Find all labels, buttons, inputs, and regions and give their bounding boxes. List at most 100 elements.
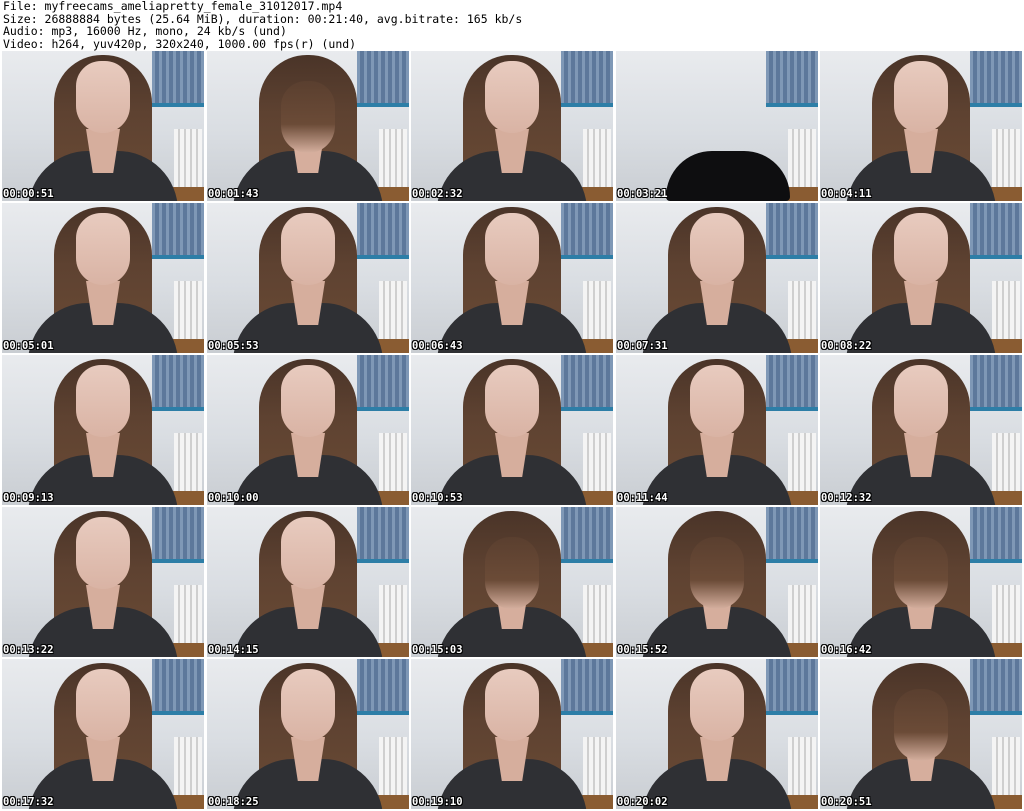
radiator xyxy=(583,281,611,341)
person-face xyxy=(281,365,335,437)
thumbnail-timestamp: 00:06:43 xyxy=(412,340,463,352)
person-face xyxy=(485,669,539,741)
video-thumbnail[interactable]: 00:15:03 xyxy=(411,507,613,657)
video-thumbnail[interactable]: 00:05:01 xyxy=(2,203,204,353)
video-thumbnail[interactable]: 00:20:02 xyxy=(616,659,818,809)
radiator xyxy=(583,585,611,645)
radiator xyxy=(583,737,611,797)
video-thumbnail[interactable]: 00:08:22 xyxy=(820,203,1022,353)
person-face xyxy=(76,365,130,437)
radiator xyxy=(788,737,816,797)
window-blinds xyxy=(766,355,818,411)
window-blinds xyxy=(357,659,409,715)
radiator xyxy=(788,129,816,189)
thumbnail-timestamp: 00:16:42 xyxy=(821,644,872,656)
thumbnail-grid: 00:00:51 00:01:43 00:02:32 00:03:21 00:04:11… xyxy=(0,51,1024,811)
video-thumbnail[interactable]: 00:12:32 xyxy=(820,355,1022,505)
window-blinds xyxy=(357,355,409,411)
radiator xyxy=(992,433,1020,493)
thumbnail-timestamp: 00:10:53 xyxy=(412,492,463,504)
person-face xyxy=(76,61,130,133)
person-face xyxy=(281,213,335,285)
thumbnail-timestamp: 00:15:03 xyxy=(412,644,463,656)
window-blinds xyxy=(970,355,1022,411)
window-blinds xyxy=(970,659,1022,715)
thumbnail-timestamp: 00:08:22 xyxy=(821,340,872,352)
window-blinds xyxy=(152,203,204,259)
window-blinds xyxy=(152,355,204,411)
video-thumbnail[interactable]: 00:17:32 xyxy=(2,659,204,809)
person-face xyxy=(894,61,948,133)
window-blinds xyxy=(561,507,613,563)
file-name-line: File: myfreecams_ameliapretty_female_310… xyxy=(3,0,343,13)
person-face xyxy=(76,517,130,589)
thumbnail-timestamp: 00:01:43 xyxy=(208,188,259,200)
thumbnail-timestamp: 00:03:21 xyxy=(617,188,668,200)
video-thumbnail[interactable]: 00:19:10 xyxy=(411,659,613,809)
chair xyxy=(666,151,790,201)
video-thumbnail[interactable]: 00:18:25 xyxy=(207,659,409,809)
video-thumbnail[interactable]: 00:10:53 xyxy=(411,355,613,505)
video-thumbnail[interactable]: 00:15:52 xyxy=(616,507,818,657)
thumbnail-timestamp: 00:20:02 xyxy=(617,796,668,808)
radiator xyxy=(992,737,1020,797)
window-blinds xyxy=(970,51,1022,107)
video-thumbnail[interactable]: 00:11:44 xyxy=(616,355,818,505)
person-face xyxy=(485,537,539,609)
window-blinds xyxy=(152,51,204,107)
radiator xyxy=(174,129,202,189)
radiator xyxy=(788,433,816,493)
audio-info-line: Audio: mp3, 16000 Hz, mono, 24 kb/s (und… xyxy=(3,24,287,38)
video-thumbnail[interactable]: 00:10:00 xyxy=(207,355,409,505)
window-blinds xyxy=(561,51,613,107)
window-blinds xyxy=(152,507,204,563)
radiator xyxy=(788,281,816,341)
radiator xyxy=(788,585,816,645)
person-face xyxy=(894,365,948,437)
window-blinds xyxy=(766,507,818,563)
thumbnail-timestamp: 00:20:51 xyxy=(821,796,872,808)
radiator xyxy=(583,433,611,493)
person-face xyxy=(281,669,335,741)
video-thumbnail[interactable]: 00:20:51 xyxy=(820,659,1022,809)
video-thumbnail[interactable]: 00:02:32 xyxy=(411,51,613,201)
video-thumbnail[interactable]: 00:07:31 xyxy=(616,203,818,353)
person-face xyxy=(485,365,539,437)
person-face xyxy=(281,517,335,589)
radiator xyxy=(992,129,1020,189)
radiator xyxy=(379,281,407,341)
window-blinds xyxy=(766,659,818,715)
video-thumbnail[interactable]: 00:06:43 xyxy=(411,203,613,353)
window-blinds xyxy=(561,203,613,259)
video-thumbnail[interactable]: 00:16:42 xyxy=(820,507,1022,657)
thumbnail-timestamp: 00:17:32 xyxy=(3,796,54,808)
window-blinds xyxy=(970,203,1022,259)
thumbnail-timestamp: 00:05:01 xyxy=(3,340,54,352)
window-blinds xyxy=(970,507,1022,563)
person-face xyxy=(76,669,130,741)
video-thumbnail[interactable]: 00:01:43 xyxy=(207,51,409,201)
radiator xyxy=(174,737,202,797)
person-face xyxy=(690,669,744,741)
thumbnail-timestamp: 00:02:32 xyxy=(412,188,463,200)
video-thumbnail[interactable]: 00:05:53 xyxy=(207,203,409,353)
video-thumbnail[interactable]: 00:03:21 xyxy=(616,51,818,201)
person-face xyxy=(690,213,744,285)
thumbnail-timestamp: 00:15:52 xyxy=(617,644,668,656)
thumbnail-timestamp: 00:19:10 xyxy=(412,796,463,808)
radiator xyxy=(379,433,407,493)
thumbnail-timestamp: 00:07:31 xyxy=(617,340,668,352)
thumbnail-timestamp: 00:12:32 xyxy=(821,492,872,504)
video-thumbnail[interactable]: 00:14:15 xyxy=(207,507,409,657)
radiator xyxy=(379,585,407,645)
video-thumbnail[interactable]: 00:13:22 xyxy=(2,507,204,657)
window-blinds xyxy=(357,507,409,563)
window-blinds xyxy=(152,659,204,715)
person-face xyxy=(690,537,744,609)
video-thumbnail[interactable]: 00:09:13 xyxy=(2,355,204,505)
thumbnail-timestamp: 00:14:15 xyxy=(208,644,259,656)
video-thumbnail[interactable]: 00:00:51 xyxy=(2,51,204,201)
thumbnail-timestamp: 00:13:22 xyxy=(3,644,54,656)
radiator xyxy=(174,433,202,493)
video-thumbnail[interactable]: 00:04:11 xyxy=(820,51,1022,201)
